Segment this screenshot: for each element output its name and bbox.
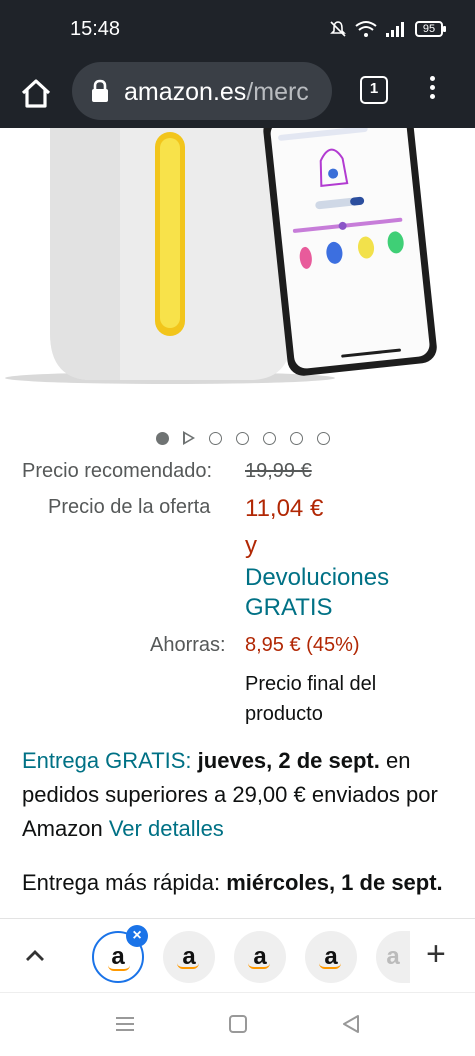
free-delivery-link[interactable]: Entrega GRATIS: [22,748,192,773]
home-button[interactable] [16,74,56,114]
battery-indicator: 95 [415,21,446,37]
tab-strip: a × a a a a + [0,918,475,992]
deal-price-value: 11,04 € [245,495,324,522]
home-icon [21,79,51,108]
see-details-link[interactable]: Ver detalles [109,816,224,841]
mute-icon [330,21,346,37]
status-time: 15:48 [70,18,121,40]
product-photo [5,128,437,384]
system-nav-bar [0,992,475,1056]
recents-icon[interactable] [114,1013,136,1035]
lock-icon [92,79,108,102]
tab-thumbnail[interactable]: a [163,931,215,983]
status-icons: 95 [329,20,446,38]
url-bar[interactable]: amazon.es/merc [72,62,332,120]
image-carousel-dots [0,428,475,448]
carousel-dot-active[interactable] [155,431,169,445]
tab-thumbnail[interactable]: a [305,931,357,983]
deal-and-text: y [245,532,257,559]
carousel-dot[interactable] [316,431,330,445]
free-returns-link[interactable]: Devoluciones GRATIS [245,563,445,623]
url-text: amazon.es/merc [124,78,324,107]
list-price-value: 19,99 € [245,460,312,482]
savings-value: 8,95 € (45%) [245,634,360,656]
status-bar: 15:48 95 [0,0,475,60]
new-tab-button[interactable]: + [426,935,446,974]
tab-thumbnail-partial[interactable]: a [376,931,410,983]
tab-thumbnail[interactable]: a [234,931,286,983]
tab-switcher-button[interactable]: 1 [360,76,388,104]
browser-toolbar: amazon.es/merc 1 [0,60,475,128]
delivery-date: jueves, 2 de sept. [197,748,380,773]
chevron-up-icon[interactable] [22,943,48,969]
deal-price-label: Precio de la oferta [48,496,211,518]
overflow-menu-button[interactable] [420,72,444,108]
back-icon[interactable] [340,1013,362,1035]
carousel-dot[interactable] [208,431,222,445]
signal-icon [386,22,404,37]
home-nav-icon[interactable] [227,1013,249,1035]
list-price-label: Precio recomendado: [22,460,213,482]
video-play-icon[interactable] [182,431,195,445]
carousel-dot[interactable] [235,431,249,445]
fastest-delivery: Entrega más rápida: miércoles, 1 de sept… [22,866,462,918]
url-path: /merc [246,78,309,106]
carousel-dot[interactable] [289,431,303,445]
fast-delivery-date: miércoles, 1 de sept. [226,870,443,895]
product-image[interactable] [0,128,475,390]
final-price-note: Precio final del producto [245,673,377,725]
fast-delivery-label: Entrega más rápida: [22,870,221,895]
carousel-dot[interactable] [262,431,276,445]
wifi-icon [355,21,377,37]
close-tab-icon[interactable]: × [126,925,148,947]
delivery-info: Entrega GRATIS: jueves, 2 de sept. en pe… [22,744,462,846]
url-domain: amazon.es [124,78,247,106]
savings-label: Ahorras: [150,634,226,656]
